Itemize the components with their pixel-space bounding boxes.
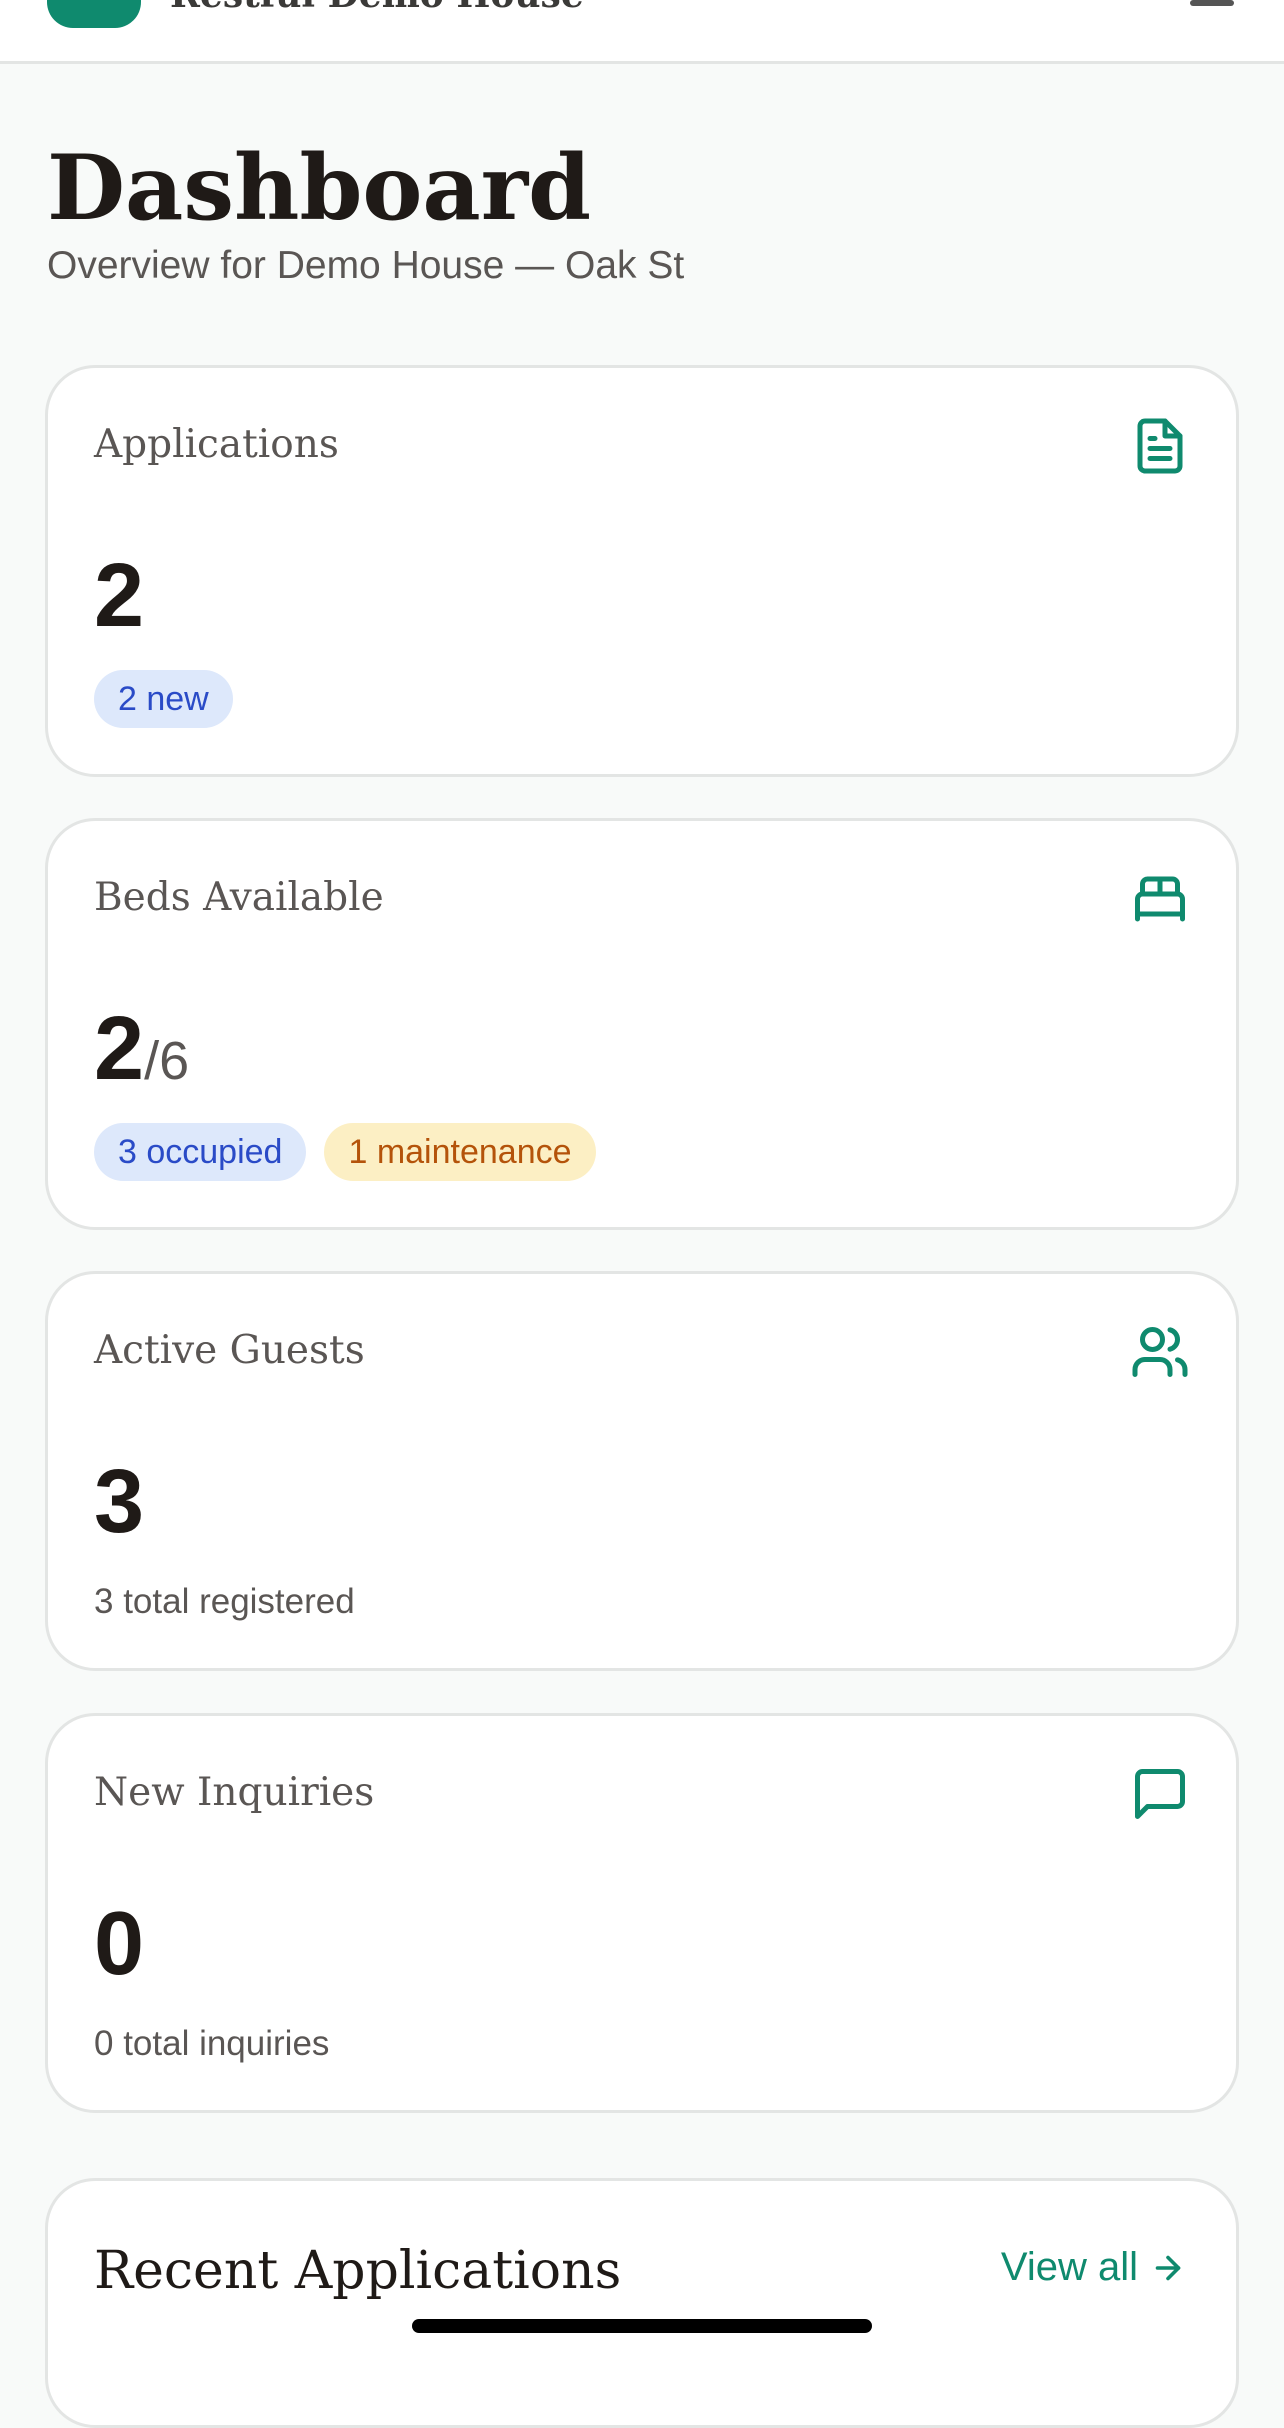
applications-card[interactable]: Applications 2 2 new xyxy=(45,365,1239,777)
menu-icon[interactable] xyxy=(1190,0,1234,6)
beds-available-count: 2/6 xyxy=(94,999,189,1111)
bed-icon xyxy=(1130,869,1190,929)
card-label: Active Guests xyxy=(94,1328,365,1373)
guests-note: 3 total registered xyxy=(94,1582,355,1621)
active-guests-count: 3 xyxy=(94,1452,145,1552)
arrow-right-icon xyxy=(1150,2250,1186,2286)
home-indicator[interactable] xyxy=(412,2319,872,2333)
badge-row: 2 new xyxy=(94,670,233,728)
view-all-link[interactable]: View all xyxy=(1001,2245,1186,2290)
new-badge: 2 new xyxy=(94,670,233,728)
applications-count: 2 xyxy=(94,546,145,646)
page-subtitle: Overview for Demo House — Oak St xyxy=(47,244,685,287)
beds-total: /6 xyxy=(144,1031,190,1091)
users-icon xyxy=(1130,1322,1190,1382)
recent-applications-title: Recent Applications xyxy=(94,2241,622,2301)
card-label: Applications xyxy=(94,422,339,467)
recent-applications-card: Recent Applications View all xyxy=(45,2178,1239,2428)
house-logo-icon[interactable] xyxy=(47,0,141,28)
brand-name[interactable]: Restful Demo House xyxy=(170,0,584,16)
card-label: New Inquiries xyxy=(94,1770,375,1815)
new-inquiries-count: 0 xyxy=(94,1894,145,1994)
inquiries-card[interactable]: New Inquiries 0 0 total inquiries xyxy=(45,1713,1239,2113)
badge-row: 3 occupied 1 maintenance xyxy=(94,1123,596,1181)
message-icon xyxy=(1130,1764,1190,1824)
card-label: Beds Available xyxy=(94,875,384,920)
maintenance-badge: 1 maintenance xyxy=(324,1123,596,1181)
guests-card[interactable]: Active Guests 3 3 total registered xyxy=(45,1271,1239,1671)
inquiries-note: 0 total inquiries xyxy=(94,2024,330,2063)
page-title: Dashboard xyxy=(47,135,592,241)
beds-card[interactable]: Beds Available 2/6 3 occupied 1 maintena… xyxy=(45,818,1239,1230)
occupied-badge: 3 occupied xyxy=(94,1123,307,1181)
document-icon xyxy=(1130,416,1190,476)
beds-available-value: 2 xyxy=(94,999,145,1099)
view-all-label: View all xyxy=(1000,2245,1138,2289)
top-bar: Restful Demo House xyxy=(0,0,1284,64)
